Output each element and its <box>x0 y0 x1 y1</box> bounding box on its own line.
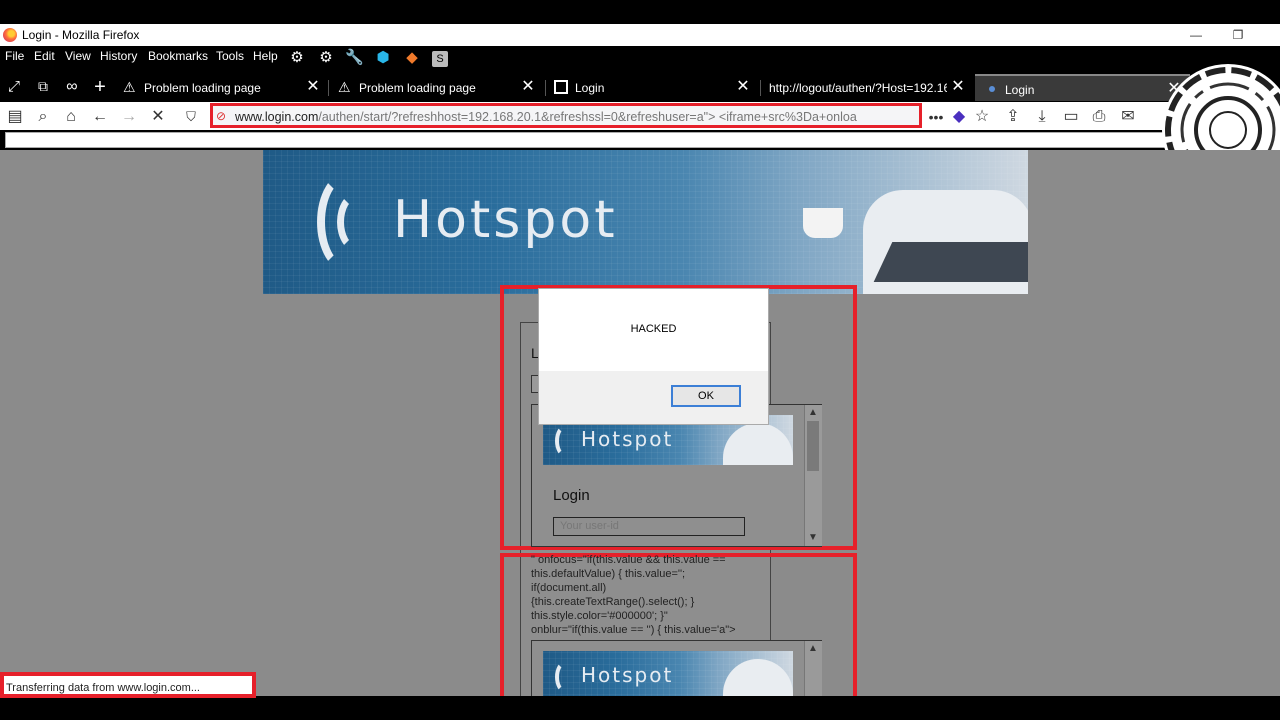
menu-view[interactable]: View <box>65 49 91 63</box>
more-actions-icon[interactable]: ••• <box>925 106 947 128</box>
menu-bookmarks[interactable]: Bookmarks <box>148 49 208 63</box>
reader-view-icon[interactable]: ▤ <box>4 106 26 128</box>
folder-icon[interactable]: ▭ <box>1060 106 1082 128</box>
injected-iframe: Hotspot Login Your user-id ▲ ▼ <box>531 404 822 547</box>
close-icon[interactable]: ✕ <box>304 77 322 97</box>
tab-label: Login <box>1005 83 1035 97</box>
url-bar[interactable]: ⊘ www.login.com/authen/start/?refreshhos… <box>210 103 922 128</box>
cup-illustration <box>803 208 843 238</box>
ok-button[interactable]: OK <box>671 385 741 407</box>
url-domain: www.login.com <box>235 110 319 124</box>
window-titlebar: Login - Mozilla Firefox — ❐ <box>0 24 1280 46</box>
url-path: /authen/start/?refreshhost=192.168.20.1&… <box>318 110 857 124</box>
laptop-illustration <box>873 242 1028 282</box>
loading-dot-icon <box>989 86 995 92</box>
insecure-lock-icon: ⊘ <box>216 109 227 123</box>
tab-label: Problem loading page <box>359 81 476 95</box>
tab-label: Problem loading page <box>144 81 261 95</box>
status-text: Transferring data from www.login.com... <box>6 682 200 694</box>
tab-problem-loading-1[interactable]: ⚠ Problem loading page ✕ <box>118 74 328 101</box>
expand-icon[interactable]: ⤢ <box>4 78 24 98</box>
close-icon[interactable]: ✕ <box>949 77 967 97</box>
menubar: File Edit View History Bookmarks Tools H… <box>0 46 1280 70</box>
signal-arc-icon <box>555 425 575 457</box>
minimize-button[interactable]: — <box>1181 26 1211 44</box>
signal-arc-icon <box>337 192 377 252</box>
scroll-up-icon[interactable]: ▲ <box>805 643 821 654</box>
tab-strip: ⤢ ⧉ ∞ + ⚠ Problem loading page ✕ ⚠ Probl… <box>0 74 1280 102</box>
find-toolbar <box>0 130 1280 150</box>
iframe-scrollbar[interactable]: ▲ <box>804 641 822 696</box>
hotspot-banner: Hotspot <box>263 150 1028 294</box>
shield-icon[interactable]: ⛉ <box>180 106 202 128</box>
tab-separator <box>760 80 761 96</box>
alert-dialog: HACKED OK <box>539 289 768 424</box>
close-icon[interactable]: ✕ <box>519 77 537 97</box>
signal-arc-icon <box>555 661 575 693</box>
window-title: Login - Mozilla Firefox <box>22 28 140 42</box>
iframe-banner-title: Hotspot <box>581 663 674 687</box>
banner-title: Hotspot <box>393 190 618 250</box>
gear-icon[interactable]: ⚙ <box>317 49 335 67</box>
alert-message: HACKED <box>630 323 677 335</box>
iframe-banner: Hotspot <box>543 651 793 696</box>
mail-icon[interactable]: ✉ <box>1117 106 1139 128</box>
extension-diamond-icon[interactable]: ◆ <box>948 106 970 128</box>
new-window-icon[interactable]: ⧉ <box>33 78 53 98</box>
tab-login-active[interactable]: Login ✕ <box>975 74 1190 101</box>
scroll-down-icon[interactable]: ▼ <box>805 532 821 543</box>
iframe-login-heading: Login <box>553 487 590 504</box>
restore-button[interactable]: ❐ <box>1223 26 1253 44</box>
tab-logout-url[interactable]: http://logout/authen/?Host=192.16 ✕ <box>765 74 970 101</box>
tab-separator <box>545 80 546 96</box>
injected-iframe-2: Hotspot ▲ <box>531 640 822 696</box>
iframe-userid-input[interactable]: Your user-id <box>553 517 745 536</box>
back-icon[interactable]: ← <box>89 106 111 128</box>
gear-icon[interactable]: ⚙ <box>288 49 306 67</box>
warning-icon: ⚠ <box>338 79 351 95</box>
forward-icon[interactable]: → <box>118 106 140 128</box>
scroll-thumb[interactable] <box>807 421 819 471</box>
firefox-logo-icon <box>3 28 17 42</box>
menu-help[interactable]: Help <box>253 49 278 63</box>
menu-edit[interactable]: Edit <box>34 49 55 63</box>
tab-login[interactable]: Login ✕ <box>550 74 760 101</box>
s-extension-icon[interactable]: S <box>431 49 449 67</box>
home-icon[interactable]: ⌂ <box>60 106 82 128</box>
menu-history[interactable]: History <box>100 49 137 63</box>
tab-problem-loading-2[interactable]: ⚠ Problem loading page ✕ <box>333 74 543 101</box>
search-icon[interactable]: ⌕ <box>32 106 54 128</box>
status-bar: Transferring data from www.login.com... <box>0 672 256 698</box>
url-text[interactable]: www.login.com/authen/start/?refreshhost=… <box>235 110 915 124</box>
iframe-scrollbar[interactable]: ▲ ▼ <box>804 405 822 546</box>
new-tab-icon[interactable]: + <box>90 76 110 98</box>
bookmark-manager-icon[interactable]: ⇪ <box>1002 106 1024 128</box>
menu-file[interactable]: File <box>5 49 24 63</box>
menu-tools[interactable]: Tools <box>216 49 244 63</box>
injected-source-text: " onfocus="if(this.value && this.value =… <box>531 554 736 636</box>
screen: Login - Mozilla Firefox — ❐ File Edit Vi… <box>0 0 1280 720</box>
iframe-banner-title: Hotspot <box>581 427 674 451</box>
page-icon <box>554 80 568 94</box>
print-icon[interactable]: ⎙ <box>1088 106 1110 128</box>
private-browsing-icon[interactable]: ∞ <box>61 78 83 98</box>
download-icon[interactable]: ⤓ <box>1031 106 1053 128</box>
stop-icon[interactable]: ✕ <box>147 106 169 128</box>
warning-icon: ⚠ <box>123 79 136 95</box>
tab-separator <box>328 80 329 96</box>
bookmark-star-icon[interactable]: ☆ <box>971 106 993 128</box>
tab-label: http://logout/authen/?Host=192.16 <box>769 81 947 95</box>
fox-extension-icon[interactable]: ◆ <box>403 49 421 67</box>
wrench-icon[interactable]: 🔧 <box>345 49 364 67</box>
tab-label: Login <box>575 81 605 95</box>
close-icon[interactable]: ✕ <box>734 77 752 97</box>
alert-footer: OK <box>539 371 768 424</box>
find-input[interactable] <box>5 132 1240 148</box>
extension-hex-icon[interactable]: ⬢ <box>374 49 392 67</box>
scroll-up-icon[interactable]: ▲ <box>805 407 821 418</box>
